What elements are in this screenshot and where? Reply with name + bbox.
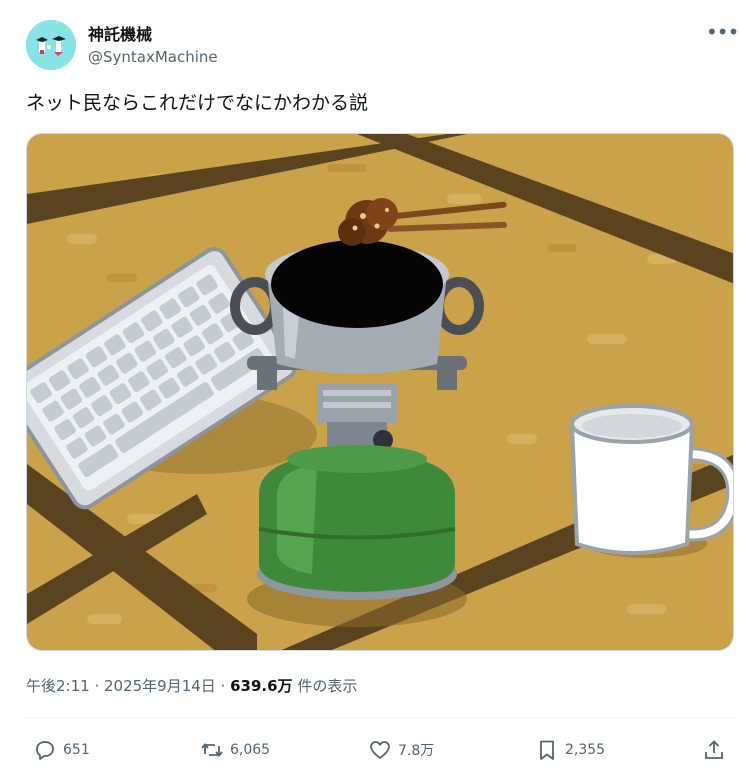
avatar[interactable] bbox=[26, 20, 76, 70]
heart-icon bbox=[370, 741, 390, 759]
like-count: 7.8万 bbox=[398, 743, 435, 759]
bookmark-count: 2,355 bbox=[565, 742, 606, 758]
post-timestamp[interactable]: 午後2:11 · 2025年9月14日 · bbox=[26, 677, 230, 695]
more-options-icon[interactable]: ••• bbox=[706, 20, 739, 44]
author-handle[interactable]: @SyntaxMachine bbox=[88, 48, 218, 66]
share-icon bbox=[705, 740, 723, 759]
author-display-name[interactable]: 神託機械 bbox=[88, 21, 152, 45]
post-container: 神託機械 @SyntaxMachine ••• ネット民ならこれだけでなにかわか… bbox=[0, 0, 739, 772]
bookmark-icon bbox=[540, 740, 554, 760]
repost-button[interactable]: 6,065 bbox=[200, 736, 270, 764]
post-image[interactable] bbox=[26, 133, 734, 651]
views-suffix: 件の表示 bbox=[292, 677, 358, 695]
post-text: ネット民ならこれだけでなにかわかる説 bbox=[26, 92, 369, 114]
bookmark-button[interactable]: 2,355 bbox=[535, 736, 605, 764]
like-button[interactable]: 7.8万 bbox=[368, 736, 434, 764]
share-button[interactable] bbox=[702, 736, 726, 764]
repost-icon bbox=[201, 743, 223, 757]
post-meta: 午後2:11 · 2025年9月14日 · 639.6万 件の表示 bbox=[26, 675, 357, 696]
avatar-illustration-icon bbox=[26, 20, 76, 70]
views-count: 639.6万 bbox=[230, 677, 293, 695]
reply-button[interactable]: 651 bbox=[33, 736, 90, 764]
reply-count: 651 bbox=[63, 742, 90, 758]
reply-icon bbox=[36, 741, 54, 760]
repost-count: 6,065 bbox=[230, 742, 271, 758]
divider bbox=[26, 717, 734, 718]
camping-stove-pot-illustration bbox=[27, 134, 733, 650]
